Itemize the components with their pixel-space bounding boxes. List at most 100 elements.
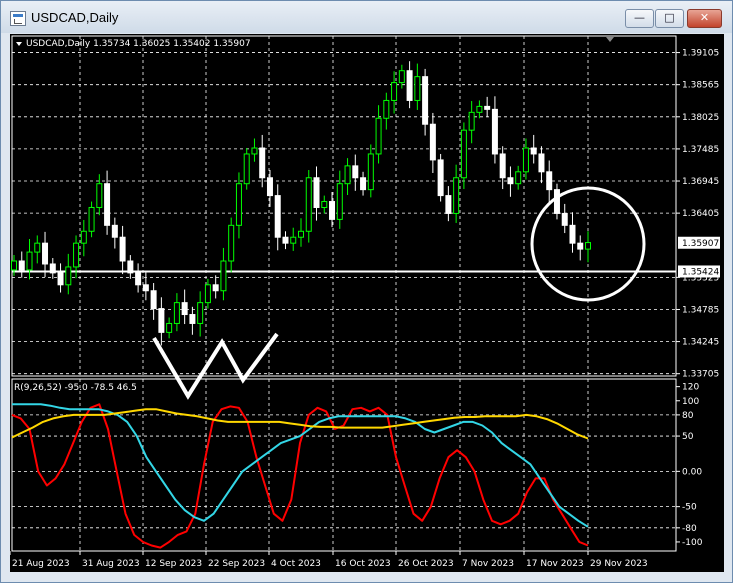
candle-body	[181, 302, 188, 316]
chart-area[interactable]: 1.39105 1.38565 1.38025 1.37485 1.36945 1.364…	[10, 34, 724, 572]
price-tick-label: 1.36945	[682, 177, 719, 187]
candle-body	[515, 171, 522, 185]
candle-body	[577, 242, 584, 250]
candle-body	[585, 242, 591, 250]
candle-body	[204, 284, 211, 304]
candle-body	[274, 195, 281, 238]
candle-body	[546, 171, 553, 191]
candle-body	[73, 242, 80, 268]
indicator-tick-label: 80	[682, 411, 694, 421]
candle-body	[352, 165, 359, 179]
date-tick-label: 12 Sep 2023	[145, 559, 202, 569]
candle-body	[42, 242, 49, 265]
candle-body	[259, 147, 266, 179]
candle-body	[189, 314, 196, 324]
indicator-tick-label: 120	[682, 383, 699, 393]
price-tick-label: 1.34245	[682, 338, 719, 348]
candle-body	[329, 201, 336, 220]
date-tick-label: 21 Aug 2023	[12, 559, 70, 569]
close-icon: ✕	[699, 11, 710, 24]
candle-body	[460, 129, 467, 179]
candle-body	[553, 189, 560, 214]
candle-body	[57, 272, 64, 286]
candle-body	[150, 290, 157, 310]
indicator-tick-label: 50	[682, 432, 694, 442]
candle-body	[166, 322, 173, 333]
date-tick-label: 26 Oct 2023	[398, 559, 454, 569]
candle-body	[437, 159, 444, 197]
date-tick-label: 4 Oct 2023	[271, 559, 321, 569]
candle-body	[49, 263, 56, 274]
candle-body	[266, 177, 273, 197]
candle-body	[336, 183, 343, 220]
date-tick-label: 29 Nov 2023	[590, 559, 648, 569]
candle-body	[321, 201, 328, 208]
candle-body	[313, 177, 320, 208]
candle-body	[235, 183, 242, 226]
candle-body	[135, 272, 142, 286]
date-tick-label: 31 Aug 2023	[82, 559, 140, 569]
candle-body	[228, 224, 235, 262]
candle-body	[429, 123, 436, 161]
candle-body	[88, 206, 95, 232]
price-tick-label: 1.39105	[682, 49, 719, 59]
price-tick-label: 1.38025	[682, 113, 719, 123]
candle-body	[491, 108, 498, 155]
minimize-icon: —	[634, 11, 645, 24]
candle-body	[104, 183, 111, 226]
candle-body	[142, 284, 149, 292]
price-tick-label: 1.33705	[682, 370, 719, 380]
indicator-tick-label: -50	[682, 503, 697, 513]
indicator-tick-label: -80	[682, 524, 697, 534]
candle-body	[561, 212, 568, 226]
candle-body	[298, 230, 304, 238]
candle-body	[26, 251, 33, 271]
window-title: USDCAD,Daily	[31, 10, 119, 25]
candle-body	[212, 284, 219, 292]
candle-body	[499, 153, 506, 179]
candle-body	[290, 236, 297, 244]
candle-body	[569, 224, 576, 244]
candle-body	[468, 111, 475, 131]
candle-body	[127, 260, 134, 274]
minimize-button[interactable]: —	[625, 9, 654, 28]
candle-body	[305, 177, 312, 232]
candle-body	[18, 260, 25, 271]
date-tick-label: 17 Nov 2023	[526, 559, 584, 569]
date-tick-label: 22 Sep 2023	[208, 559, 265, 569]
candle-body	[197, 302, 204, 324]
indicator-tick-label: 100	[682, 397, 699, 407]
candle-body	[158, 308, 165, 333]
candle-body	[251, 147, 258, 155]
price-tick-label: 1.34785	[682, 305, 719, 315]
candle-body	[522, 147, 529, 173]
maximize-icon: □	[664, 11, 675, 24]
price-panel-header: USDCAD,Daily 1.35734 1.36025 1.35402 1.3…	[16, 39, 251, 49]
maximize-button[interactable]: □	[655, 9, 684, 28]
candle-body	[383, 99, 390, 119]
date-tick-label: 16 Oct 2023	[335, 559, 391, 569]
candle-body	[34, 242, 41, 253]
candle-body	[119, 236, 126, 262]
candle-body	[65, 266, 72, 286]
candle-body	[484, 105, 491, 110]
candle-body	[406, 70, 413, 101]
chart-window: USDCAD,Daily — □ ✕ 1.39105 1.38565 1.38025…	[0, 0, 733, 583]
indicator-header-text: R(9,26,52) -95.0 -78.5 46.5	[14, 383, 137, 393]
date-tick-label: 7 Nov 2023	[462, 559, 514, 569]
candle-body	[391, 82, 398, 101]
candle-body	[111, 224, 118, 238]
candle-body	[173, 302, 180, 324]
candle-body	[344, 165, 351, 185]
price-marker-label: 1.35424	[682, 267, 719, 277]
close-button[interactable]: ✕	[687, 9, 722, 28]
candle-body	[11, 260, 17, 271]
price-tick-label: 1.37485	[682, 145, 719, 155]
candle-body	[476, 105, 483, 113]
candle-body	[367, 153, 374, 191]
candle-body	[220, 260, 227, 292]
price-marker-label: 1.35907	[682, 239, 719, 249]
candle-body	[96, 183, 103, 208]
candle-body	[282, 236, 289, 244]
title-bar[interactable]: USDCAD,Daily — □ ✕	[1, 1, 732, 33]
